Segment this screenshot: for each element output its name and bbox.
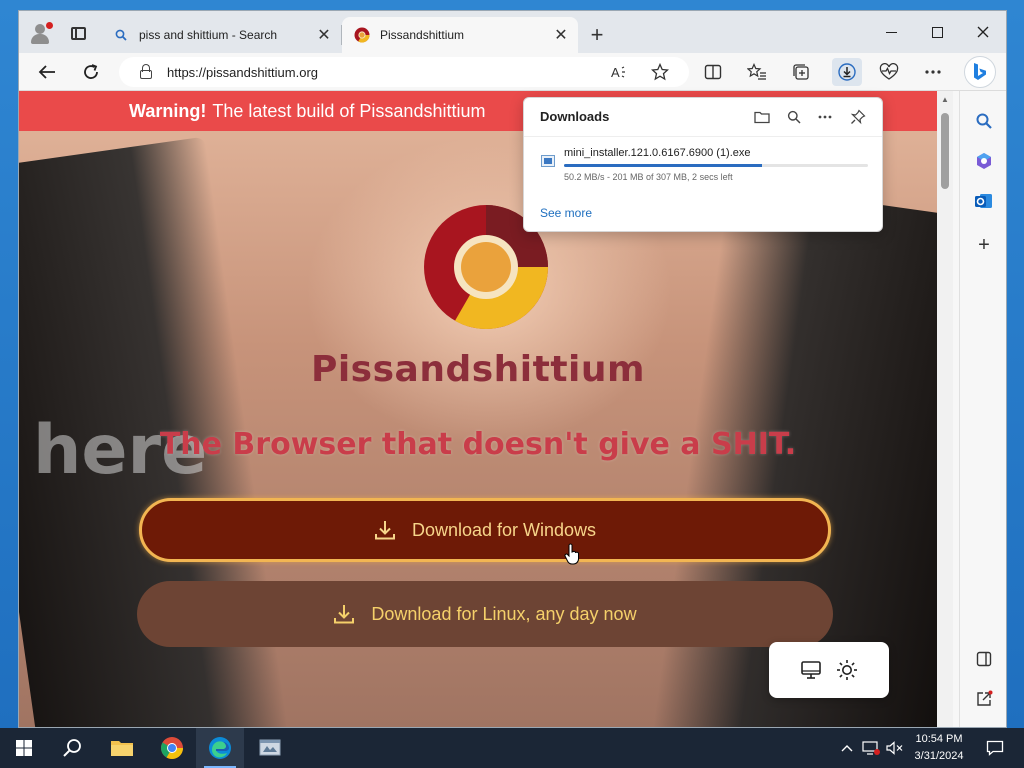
app-window-icon (259, 739, 281, 756)
add-icon[interactable]: + (970, 231, 998, 259)
open-external-icon[interactable] (970, 685, 998, 713)
copilot-sidebar-icon[interactable] (970, 147, 998, 175)
collections-icon[interactable] (788, 60, 814, 84)
tab-label: piss and shittium - Search (139, 28, 278, 42)
hand-cursor-icon (564, 543, 579, 565)
taskbar-search-button[interactable] (48, 728, 96, 768)
search-icon[interactable] (970, 107, 998, 135)
address-bar[interactable]: https://pissandshittium.org (119, 57, 689, 87)
chrome-icon (161, 737, 183, 759)
edge-icon (209, 737, 231, 759)
download-icon (334, 605, 355, 624)
tab-search[interactable]: piss and shittium - Search ✕ (101, 17, 342, 53)
search-downloads-icon[interactable] (783, 107, 805, 127)
pin-icon[interactable] (847, 107, 869, 127)
download-windows-button[interactable]: Download for Windows (139, 498, 831, 562)
sidebar: + (959, 91, 1006, 727)
download-icon (374, 521, 395, 540)
more-options-icon[interactable] (814, 107, 836, 127)
scroll-up-icon[interactable]: ▲ (940, 95, 950, 104)
toolbar: https://pissandshittium.org A (19, 53, 1006, 91)
installer-file-icon (541, 155, 555, 167)
new-tab-button[interactable]: + (585, 22, 609, 47)
tab-pissandshittium[interactable]: Pissandshittium ✕ (342, 17, 578, 53)
split-screen-icon[interactable] (700, 60, 726, 84)
tab-strip: piss and shittium - Search ✕ Pissandshit… (19, 11, 1006, 53)
warning-text: The latest build of Pissandshittium (212, 100, 486, 121)
minimize-button[interactable] (868, 19, 914, 45)
lock-icon[interactable] (139, 64, 153, 80)
search-icon (113, 27, 129, 43)
download-progress-bar (564, 164, 868, 167)
show-hidden-icons[interactable] (836, 728, 858, 768)
address-url: https://pissandshittium.org (167, 64, 319, 80)
browser-essentials-icon[interactable] (876, 60, 902, 84)
taskbar: 10:54 PM 3/31/2024 (0, 728, 1024, 768)
downloads-icon[interactable] (832, 58, 862, 86)
favorite-star-icon[interactable] (647, 60, 673, 84)
app-button[interactable] (246, 728, 294, 768)
file-explorer-button[interactable] (98, 728, 146, 768)
site-logo-icon (354, 27, 370, 43)
tab-actions-icon[interactable] (67, 23, 89, 43)
network-status-icon (862, 741, 880, 755)
monitor-icon[interactable] (800, 660, 822, 680)
sun-icon[interactable] (836, 659, 858, 681)
copilot-icon[interactable] (964, 56, 996, 88)
refresh-button[interactable] (77, 59, 105, 85)
tab-label: Pissandshittium (380, 28, 465, 42)
divider (524, 136, 882, 137)
notifications-button[interactable] (980, 728, 1010, 768)
search-icon (63, 739, 81, 757)
downloads-title: Downloads (540, 109, 610, 124)
downloads-flyout: Downloads mini_installer.121.0.6167.6900… (523, 97, 883, 232)
folder-icon (111, 741, 133, 756)
download-linux-button[interactable]: Download for Linux, any day now (137, 581, 833, 647)
download-windows-label: Download for Windows (411, 519, 597, 540)
tagline: The Browser that doesn't give a SHIT. (159, 427, 797, 462)
scrollbar-thumb[interactable] (941, 113, 949, 189)
clock-time: 10:54 PM (915, 733, 963, 745)
windows-logo-icon (16, 740, 32, 756)
notification-icon (986, 740, 1004, 756)
download-linux-label: Download for Linux, any day now (371, 603, 637, 624)
close-window-button[interactable] (960, 19, 1006, 45)
settings-gear-icon[interactable] (970, 721, 998, 727)
read-aloud-icon[interactable]: A (607, 60, 633, 84)
back-button[interactable] (33, 59, 61, 85)
brand-name: Pissandshittium (310, 349, 646, 390)
page-scrollbar[interactable]: ▲ (937, 91, 953, 727)
maximize-button[interactable] (914, 19, 960, 45)
download-progress-fill (564, 164, 762, 167)
theme-toggle[interactable] (769, 642, 889, 698)
edge-button[interactable] (196, 728, 244, 768)
close-icon[interactable]: ✕ (313, 24, 335, 46)
see-more-link[interactable]: See more (540, 206, 592, 220)
network-icon[interactable] (860, 728, 882, 768)
favorites-icon[interactable] (744, 60, 770, 84)
more-options-icon[interactable] (920, 60, 946, 84)
svg-text:A: A (611, 65, 620, 80)
profile-avatar-icon[interactable] (27, 20, 55, 46)
chrome-button[interactable] (148, 728, 196, 768)
close-icon[interactable]: ✕ (550, 24, 572, 46)
system-clock[interactable]: 10:54 PM 3/31/2024 (900, 731, 978, 765)
warning-label: Warning! (129, 100, 207, 121)
clock-date: 3/31/2024 (914, 750, 964, 762)
outlook-icon[interactable] (970, 187, 998, 215)
download-filename[interactable]: mini_installer.121.0.6167.6900 (1).exe (564, 147, 751, 159)
browser-window: piss and shittium - Search ✕ Pissandshit… (18, 10, 1007, 728)
open-folder-icon[interactable] (751, 107, 773, 127)
chevron-up-icon (841, 745, 853, 752)
sidebar-panel-icon[interactable] (970, 645, 998, 673)
download-status: 50.2 MB/s - 201 MB of 307 MB, 2 secs lef… (564, 172, 733, 182)
start-button[interactable] (0, 728, 48, 768)
